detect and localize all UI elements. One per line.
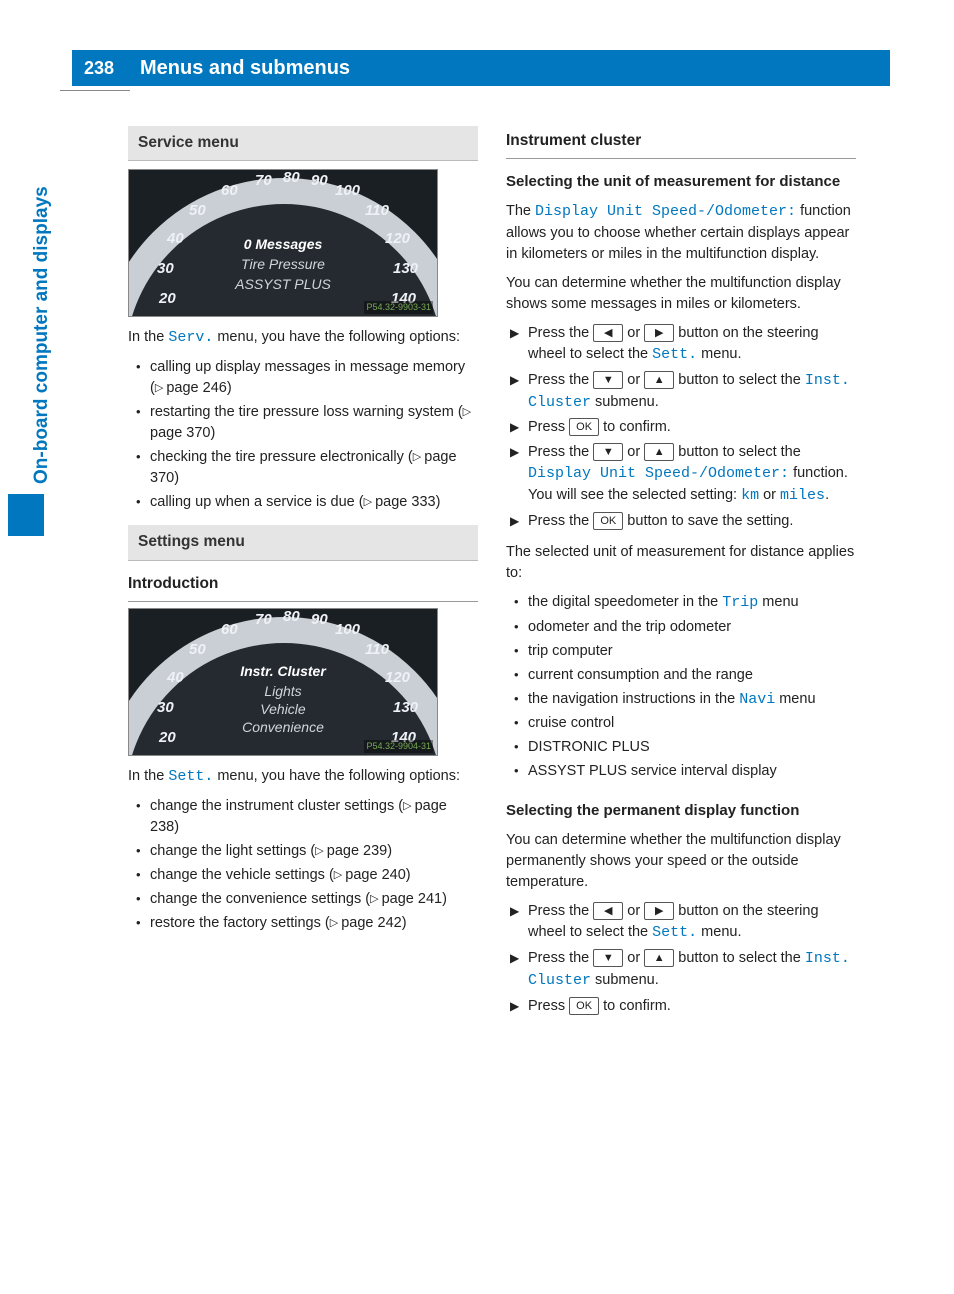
gauge-line: Tire Pressure: [129, 254, 437, 274]
list-item: restarting the tire pressure loss warnin…: [136, 402, 478, 444]
step: ▶ Press the ◀ or ▶ button on the steerin…: [510, 901, 856, 944]
gauge-line: Convenience: [129, 717, 437, 737]
perm-steps: ▶ Press the ◀ or ▶ button on the steerin…: [506, 901, 856, 1016]
list-item: DISTRONIC PLUS: [514, 737, 856, 758]
settings-intro-head: Introduction: [128, 569, 478, 602]
tick: 110: [365, 639, 389, 661]
left-key-icon: ◀: [593, 902, 623, 920]
list-item: change the vehicle settings (▷ page 240): [136, 865, 478, 886]
down-key-icon: ▼: [593, 949, 623, 967]
ok-key-icon: OK: [569, 418, 599, 436]
gauge-code: P54.32-9904-31: [364, 740, 433, 753]
side-tab-label: On-board computer and displays: [28, 186, 56, 484]
list-item: current consumption and the range: [514, 665, 856, 686]
list-item: odometer and the trip odometer: [514, 617, 856, 638]
step: ▶ Press the OK button to save the settin…: [510, 511, 856, 532]
service-bullets: calling up display messages in message m…: [128, 357, 478, 513]
tick: 50: [189, 200, 206, 222]
right-column: Instrument cluster Selecting the unit of…: [506, 126, 856, 1027]
page-title: Menus and submenus: [126, 50, 890, 86]
down-key-icon: ▼: [593, 443, 623, 461]
service-menu-head: Service menu: [128, 126, 478, 161]
list-item: change the light settings (▷ page 239): [136, 841, 478, 862]
gauge-code: P54.32-9903-31: [364, 301, 433, 314]
list-item: calling up when a service is due (▷ page…: [136, 492, 478, 513]
tick: 90: [311, 609, 328, 631]
up-key-icon: ▲: [644, 371, 674, 389]
page-number: 238: [72, 50, 126, 86]
ok-key-icon: OK: [593, 512, 623, 530]
page-header: 238 Menus and submenus: [72, 50, 890, 86]
perm-head: Selecting the permanent display function: [506, 794, 856, 826]
step: ▶ Press the ▼ or ▲ button to select the …: [510, 442, 856, 507]
settings-bullets: change the instrument cluster settings (…: [128, 796, 478, 934]
list-item: trip computer: [514, 641, 856, 662]
list-item: change the convenience settings (▷ page …: [136, 889, 478, 910]
list-item: the digital speedometer in the Trip menu: [514, 592, 856, 614]
tick: 100: [335, 180, 360, 202]
list-item: cruise control: [514, 713, 856, 734]
list-item: change the instrument cluster settings (…: [136, 796, 478, 838]
tick: 70: [255, 609, 272, 631]
applies-intro: The selected unit of measurement for dis…: [506, 542, 856, 584]
step: ▶ Press OK to confirm.: [510, 417, 856, 438]
unit-steps: ▶ Press the ◀ or ▶ button on the steerin…: [506, 323, 856, 532]
settings-intro: In the Sett. menu, you have the followin…: [128, 766, 478, 788]
gauge-line: ASSYST PLUS: [129, 274, 437, 294]
unit-p1: The Display Unit Speed-/Odometer: functi…: [506, 201, 856, 265]
step: ▶ Press the ▼ or ▲ button to select the …: [510, 948, 856, 992]
step: ▶ Press the ◀ or ▶ button on the steerin…: [510, 323, 856, 366]
list-item: the navigation instructions in the Navi …: [514, 689, 856, 711]
left-column: Service menu 20 30 40 50 60 70 80 90 100…: [128, 126, 478, 1027]
tick: 50: [189, 639, 206, 661]
list-item: ASSYST PLUS service interval display: [514, 761, 856, 782]
tick: 100: [335, 619, 360, 641]
tick: 80: [283, 169, 300, 189]
up-key-icon: ▲: [644, 443, 674, 461]
tick: 60: [221, 619, 238, 641]
right-key-icon: ▶: [644, 902, 674, 920]
tick: 80: [283, 608, 300, 628]
unit-p2: You can determine whether the multifunct…: [506, 273, 856, 315]
settings-menu-head: Settings menu: [128, 525, 478, 560]
top-rule: [60, 90, 130, 91]
step: ▶ Press the ▼ or ▲ button to select the …: [510, 370, 856, 414]
list-item: checking the tire pressure electronicall…: [136, 447, 478, 489]
right-key-icon: ▶: [644, 324, 674, 342]
list-item: calling up display messages in message m…: [136, 357, 478, 399]
service-intro: In the Serv. menu, you have the followin…: [128, 327, 478, 349]
gauge-line: Instr. Cluster: [129, 661, 437, 681]
tick: 90: [311, 170, 328, 192]
side-tab-block: [8, 494, 44, 536]
list-item: restore the factory settings (▷ page 242…: [136, 913, 478, 934]
down-key-icon: ▼: [593, 371, 623, 389]
ok-key-icon: OK: [569, 997, 599, 1015]
instrument-cluster-head: Instrument cluster: [506, 126, 856, 159]
tick: 70: [255, 170, 272, 192]
settings-gauge: 20 30 40 50 60 70 80 90 100 110 120 130 …: [128, 608, 438, 756]
up-key-icon: ▲: [644, 949, 674, 967]
step: ▶ Press OK to confirm.: [510, 996, 856, 1017]
service-gauge: 20 30 40 50 60 70 80 90 100 110 120 130 …: [128, 169, 438, 317]
gauge-line: 0 Messages: [129, 234, 437, 254]
applies-list: the digital speedometer in the Trip menu…: [506, 592, 856, 783]
tick: 110: [365, 200, 389, 222]
tick: 60: [221, 180, 238, 202]
perm-p1: You can determine whether the multifunct…: [506, 830, 856, 893]
side-tab: On-board computer and displays: [8, 154, 58, 534]
left-key-icon: ◀: [593, 324, 623, 342]
unit-head: Selecting the unit of measurement for di…: [506, 165, 856, 197]
